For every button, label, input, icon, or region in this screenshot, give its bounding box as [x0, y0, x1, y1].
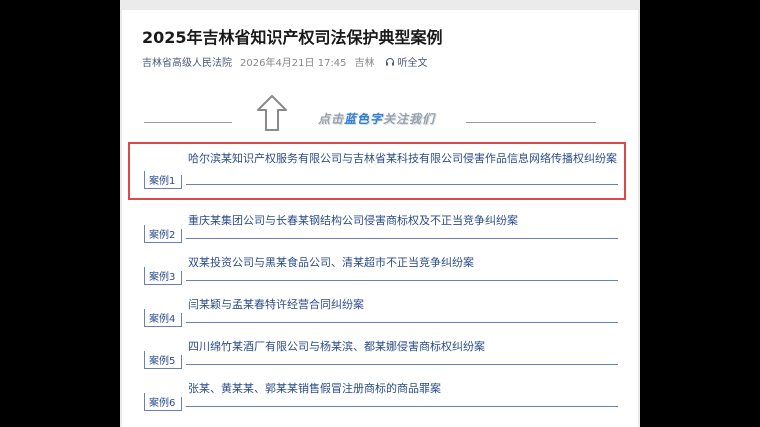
- case-title: 闫某颖与孟某春特许经营合同纠纷案: [188, 298, 364, 311]
- article-source[interactable]: 吉林省高级人民法院: [142, 54, 232, 69]
- case-title: 张某、黄某某、郭某某销售假冒注册商标的商品罪案: [188, 382, 441, 395]
- divider-right: [466, 122, 596, 123]
- case-item-5[interactable]: 四川绵竹某酒厂有限公司与杨某滨、都某娜侵害商标权纠纷案 案例5: [140, 330, 620, 369]
- article-location: 吉林: [354, 58, 375, 69]
- headphones-icon: [385, 57, 394, 65]
- highlight-box: [128, 142, 626, 200]
- case-title: 重庆某集团公司与长春某钢结构公司侵害商标权及不正当竞争纠纷案: [188, 214, 518, 227]
- listen-label: 听全文: [397, 58, 428, 69]
- listen-button[interactable]: 听全文: [385, 54, 428, 69]
- article-meta: 吉林省高级人民法院 2026年4月21日 17:45 吉林 听全文: [142, 54, 428, 69]
- article-card: 2025年吉林省知识产权司法保护典型案例 吉林省高级人民法院 2026年4月21…: [122, 10, 638, 427]
- case-title: 双某投资公司与黑某食品公司、清某超市不正当竞争纠纷案: [188, 256, 474, 269]
- case-tag: 案例5: [144, 355, 182, 369]
- follow-tip: 点击蓝色字关注我们: [318, 112, 436, 126]
- divider-left: [144, 122, 232, 123]
- case-item-4[interactable]: 闫某颖与孟某春特许经营合同纠纷案 案例4: [140, 288, 620, 327]
- case-tag: 案例4: [144, 313, 182, 327]
- case-item-3[interactable]: 双某投资公司与黑某食品公司、清某超市不正当竞争纠纷案 案例3: [140, 246, 620, 285]
- article-date: 2026年4月21日 17:45: [240, 58, 347, 69]
- case-tag: 案例2: [144, 229, 182, 243]
- case-item-6[interactable]: 张某、黄某某、郭某某销售假冒注册商标的商品罪案 案例6: [140, 372, 620, 411]
- case-title: 四川绵竹某酒厂有限公司与杨某滨、都某娜侵害商标权纠纷案: [188, 340, 485, 353]
- up-arrow-icon: [257, 95, 287, 131]
- follow-banner[interactable]: 点击蓝色字关注我们: [122, 90, 638, 134]
- case-item-2[interactable]: 重庆某集团公司与长春某钢结构公司侵害商标权及不正当竞争纠纷案 案例2: [140, 204, 620, 243]
- case-tag: 案例3: [144, 271, 182, 285]
- case-tag: 案例6: [144, 397, 182, 411]
- article-title: 2025年吉林省知识产权司法保护典型案例: [142, 28, 443, 47]
